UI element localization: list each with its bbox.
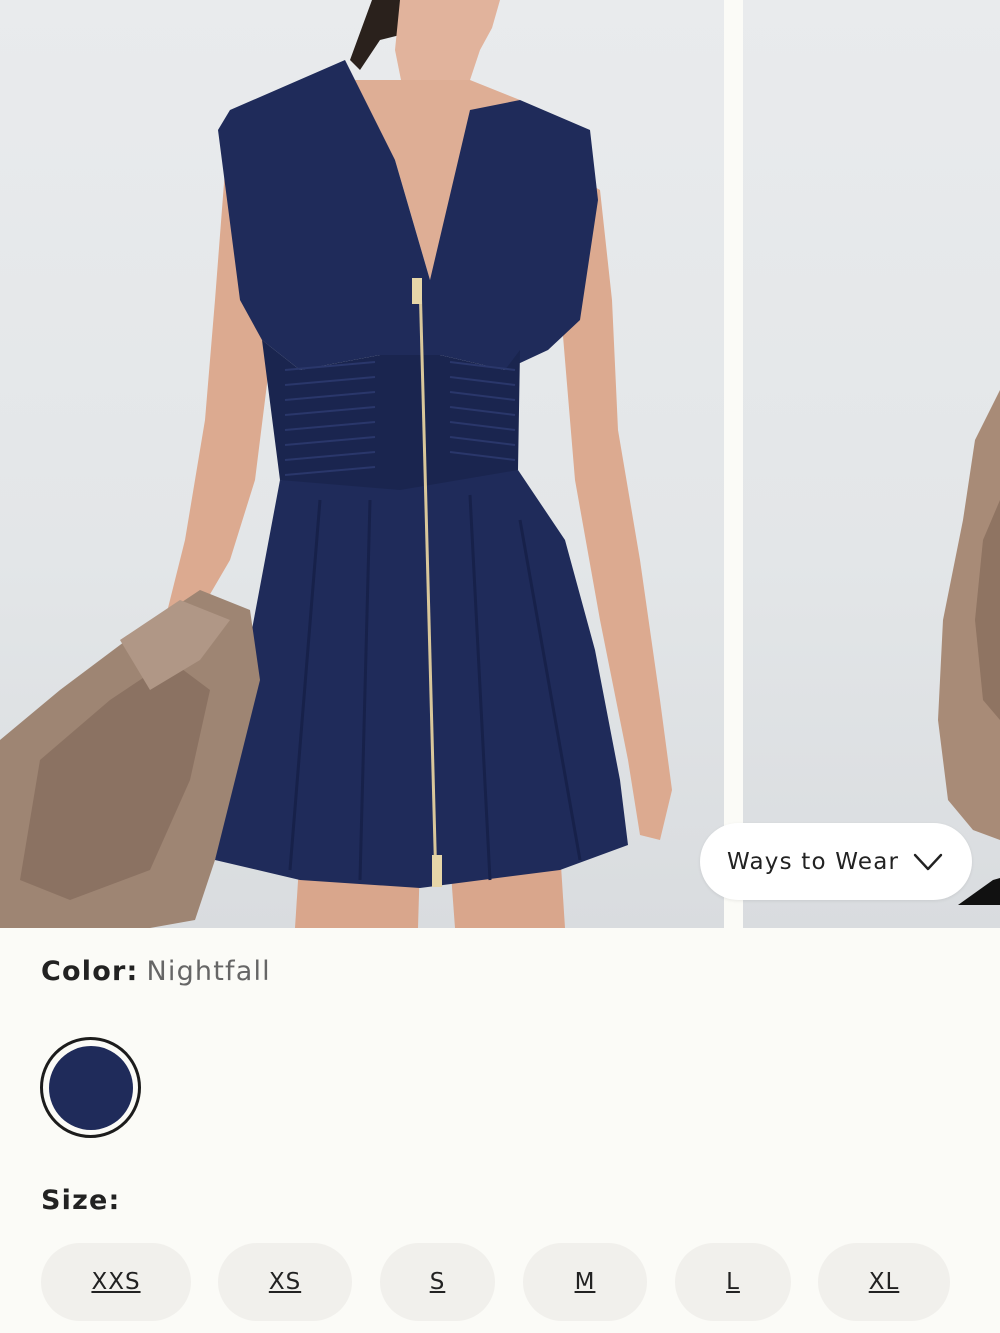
product-page: Ways to Wear Color: Nightfall Size: XXS X… — [0, 0, 1000, 1333]
size-option-xl[interactable]: XL — [818, 1243, 950, 1321]
size-option-l[interactable]: L — [675, 1243, 791, 1321]
ways-to-wear-button[interactable]: Ways to Wear — [700, 823, 972, 900]
chevron-down-icon — [913, 852, 943, 872]
product-image-main[interactable] — [0, 0, 724, 928]
product-image-gallery[interactable]: Ways to Wear — [0, 0, 1000, 928]
color-label: Color: — [41, 956, 139, 987]
size-option-m[interactable]: M — [523, 1243, 647, 1321]
size-option-s[interactable]: S — [380, 1243, 495, 1321]
color-swatch-nightfall[interactable] — [40, 1037, 141, 1138]
size-option-xs[interactable]: XS — [218, 1243, 352, 1321]
model-dress-illustration — [0, 0, 672, 928]
color-value: Nightfall — [146, 956, 271, 987]
color-selection-label: Color: Nightfall — [41, 956, 271, 987]
product-image-secondary[interactable] — [743, 0, 1000, 928]
color-swatch-fill — [48, 1045, 133, 1130]
ways-to-wear-label: Ways to Wear — [727, 848, 900, 875]
model-jacket-illustration — [938, 390, 1000, 905]
size-option-xxs[interactable]: XXS — [41, 1243, 191, 1321]
size-label: Size: — [41, 1185, 121, 1216]
